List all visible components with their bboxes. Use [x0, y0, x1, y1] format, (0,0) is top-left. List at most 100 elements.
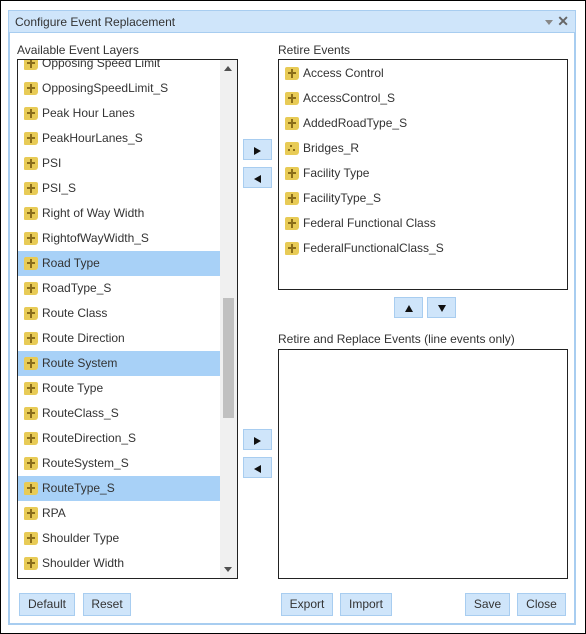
list-item[interactable]: PSI [18, 151, 220, 176]
list-item-label: Federal Functional Class [303, 216, 436, 230]
list-item[interactable]: FacilityType_S [279, 186, 567, 211]
line-layer-icon [24, 332, 38, 345]
save-button[interactable]: Save [465, 593, 510, 616]
line-layer-icon [24, 357, 38, 370]
list-item-label: AddedRoadType_S [303, 116, 408, 130]
scrollbar-thumb[interactable] [223, 298, 234, 418]
list-item-label: PSI [42, 156, 62, 170]
default-button[interactable]: Default [19, 593, 75, 616]
vertical-scrollbar[interactable] [220, 60, 237, 578]
scroll-down-arrow-icon[interactable] [224, 567, 232, 572]
list-item[interactable]: Right of Way Width [18, 201, 220, 226]
list-item-label: Road Type [42, 256, 100, 270]
list-item[interactable]: Bridges_R [279, 136, 567, 161]
dialog-title: Configure Event Replacement [15, 15, 176, 29]
retire-events-list[interactable]: Access Control AccessControl_S AddedRoadTy… [278, 59, 568, 290]
list-item[interactable]: RPA [18, 501, 220, 526]
list-item[interactable]: Peak Hour Lanes [18, 101, 220, 126]
scroll-up-arrow-icon[interactable] [224, 66, 232, 71]
line-layer-icon [285, 192, 299, 205]
move-down-button[interactable] [427, 297, 456, 318]
import-button[interactable]: Import [340, 593, 392, 616]
list-item-label: RouteType_S [42, 481, 115, 495]
list-item-label: Right of Way Width [42, 206, 145, 220]
list-item[interactable]: Shoulder Width [18, 551, 220, 576]
line-layer-icon [24, 382, 38, 395]
list-item-label: Route Type [42, 381, 104, 395]
list-item[interactable]: RightofWayWidth_S [18, 226, 220, 251]
list-item[interactable]: RouteType_S [18, 476, 220, 501]
list-item-label: AccessControl_S [303, 91, 396, 105]
list-item-label: RightofWayWidth_S [42, 231, 149, 245]
line-layer-icon [285, 117, 299, 130]
close-button[interactable]: Close [517, 593, 566, 616]
list-item[interactable]: OpposingSpeedLimit_S [18, 76, 220, 101]
list-item-label: FederalFunctionalClass_S [303, 241, 444, 255]
remove-from-replace-button[interactable] [243, 457, 272, 478]
list-item-label: OpposingSpeedLimit_S [42, 81, 169, 95]
line-layer-icon [24, 232, 38, 245]
list-item[interactable]: Opposing Speed Limit [18, 60, 220, 76]
export-button[interactable]: Export [281, 593, 333, 616]
line-layer-icon [24, 257, 38, 270]
list-item-label: RPA [42, 506, 66, 520]
reset-button[interactable]: Reset [83, 593, 131, 616]
list-item-label: Shoulder Width [42, 556, 125, 570]
list-item[interactable]: RouteSystem_S [18, 451, 220, 476]
list-item-label: Bridges_R [303, 141, 360, 155]
line-layer-icon [285, 242, 299, 255]
available-event-layers-list[interactable]: Opposing Speed Limit OpposingSpeedLimit_S… [17, 59, 238, 579]
list-item[interactable]: Shoulder Type [18, 526, 220, 551]
arrow-right-icon [254, 436, 261, 445]
line-layer-icon [24, 507, 38, 520]
list-item-label: Route System [42, 356, 118, 370]
list-item[interactable]: Road Type [18, 251, 220, 276]
list-item[interactable]: Access Control [279, 61, 567, 86]
line-layer-icon [285, 167, 299, 180]
add-to-retire-button[interactable] [243, 139, 272, 160]
list-item-label: Route Class [42, 306, 108, 320]
line-layer-icon [24, 107, 38, 120]
close-icon[interactable]: ✕ [557, 13, 569, 29]
list-item[interactable]: Federal Functional Class [279, 211, 567, 236]
line-layer-icon [24, 557, 38, 570]
arrow-up-icon [404, 305, 413, 313]
list-item[interactable]: Route Direction [18, 326, 220, 351]
retire-replace-events-label: Retire and Replace Events (line events o… [278, 332, 515, 346]
list-item[interactable]: AddedRoadType_S [279, 111, 567, 136]
retire-replace-events-list[interactable] [278, 349, 568, 579]
list-item[interactable]: Route Class [18, 301, 220, 326]
list-item[interactable]: Facility Type [279, 161, 567, 186]
line-layer-icon [24, 282, 38, 295]
list-item[interactable]: RouteDirection_S [18, 426, 220, 451]
list-item-label: RouteSystem_S [42, 456, 129, 470]
list-item[interactable]: FederalFunctionalClass_S [279, 236, 567, 261]
list-item[interactable]: RouteClass_S [18, 401, 220, 426]
list-item-label: Shoulder Type [42, 531, 120, 545]
line-layer-icon [285, 67, 299, 80]
add-to-replace-button[interactable] [243, 429, 272, 450]
line-layer-icon [24, 207, 38, 220]
list-item[interactable]: PeakHourLanes_S [18, 126, 220, 151]
dialog-titlebar[interactable]: Configure Event Replacement ✕ [8, 10, 576, 33]
list-item-label: PeakHourLanes_S [42, 131, 143, 145]
list-item[interactable]: Route System [18, 351, 220, 376]
list-item[interactable]: PSI_S [18, 176, 220, 201]
line-layer-icon [285, 92, 299, 105]
point-layer-icon [285, 142, 299, 155]
list-item[interactable]: AccessControl_S [279, 86, 567, 111]
dropdown-caret-icon[interactable] [545, 20, 553, 25]
line-layer-icon [24, 157, 38, 170]
line-layer-icon [24, 407, 38, 420]
line-layer-icon [24, 60, 38, 70]
line-layer-icon [24, 482, 38, 495]
move-up-button[interactable] [394, 297, 423, 318]
list-item[interactable]: RoadType_S [18, 276, 220, 301]
line-layer-icon [24, 82, 38, 95]
list-item-label: FacilityType_S [303, 191, 382, 205]
line-layer-icon [24, 432, 38, 445]
arrow-down-icon [437, 305, 446, 313]
remove-from-retire-button[interactable] [243, 167, 272, 188]
list-item-label: RouteClass_S [42, 406, 119, 420]
list-item[interactable]: Route Type [18, 376, 220, 401]
